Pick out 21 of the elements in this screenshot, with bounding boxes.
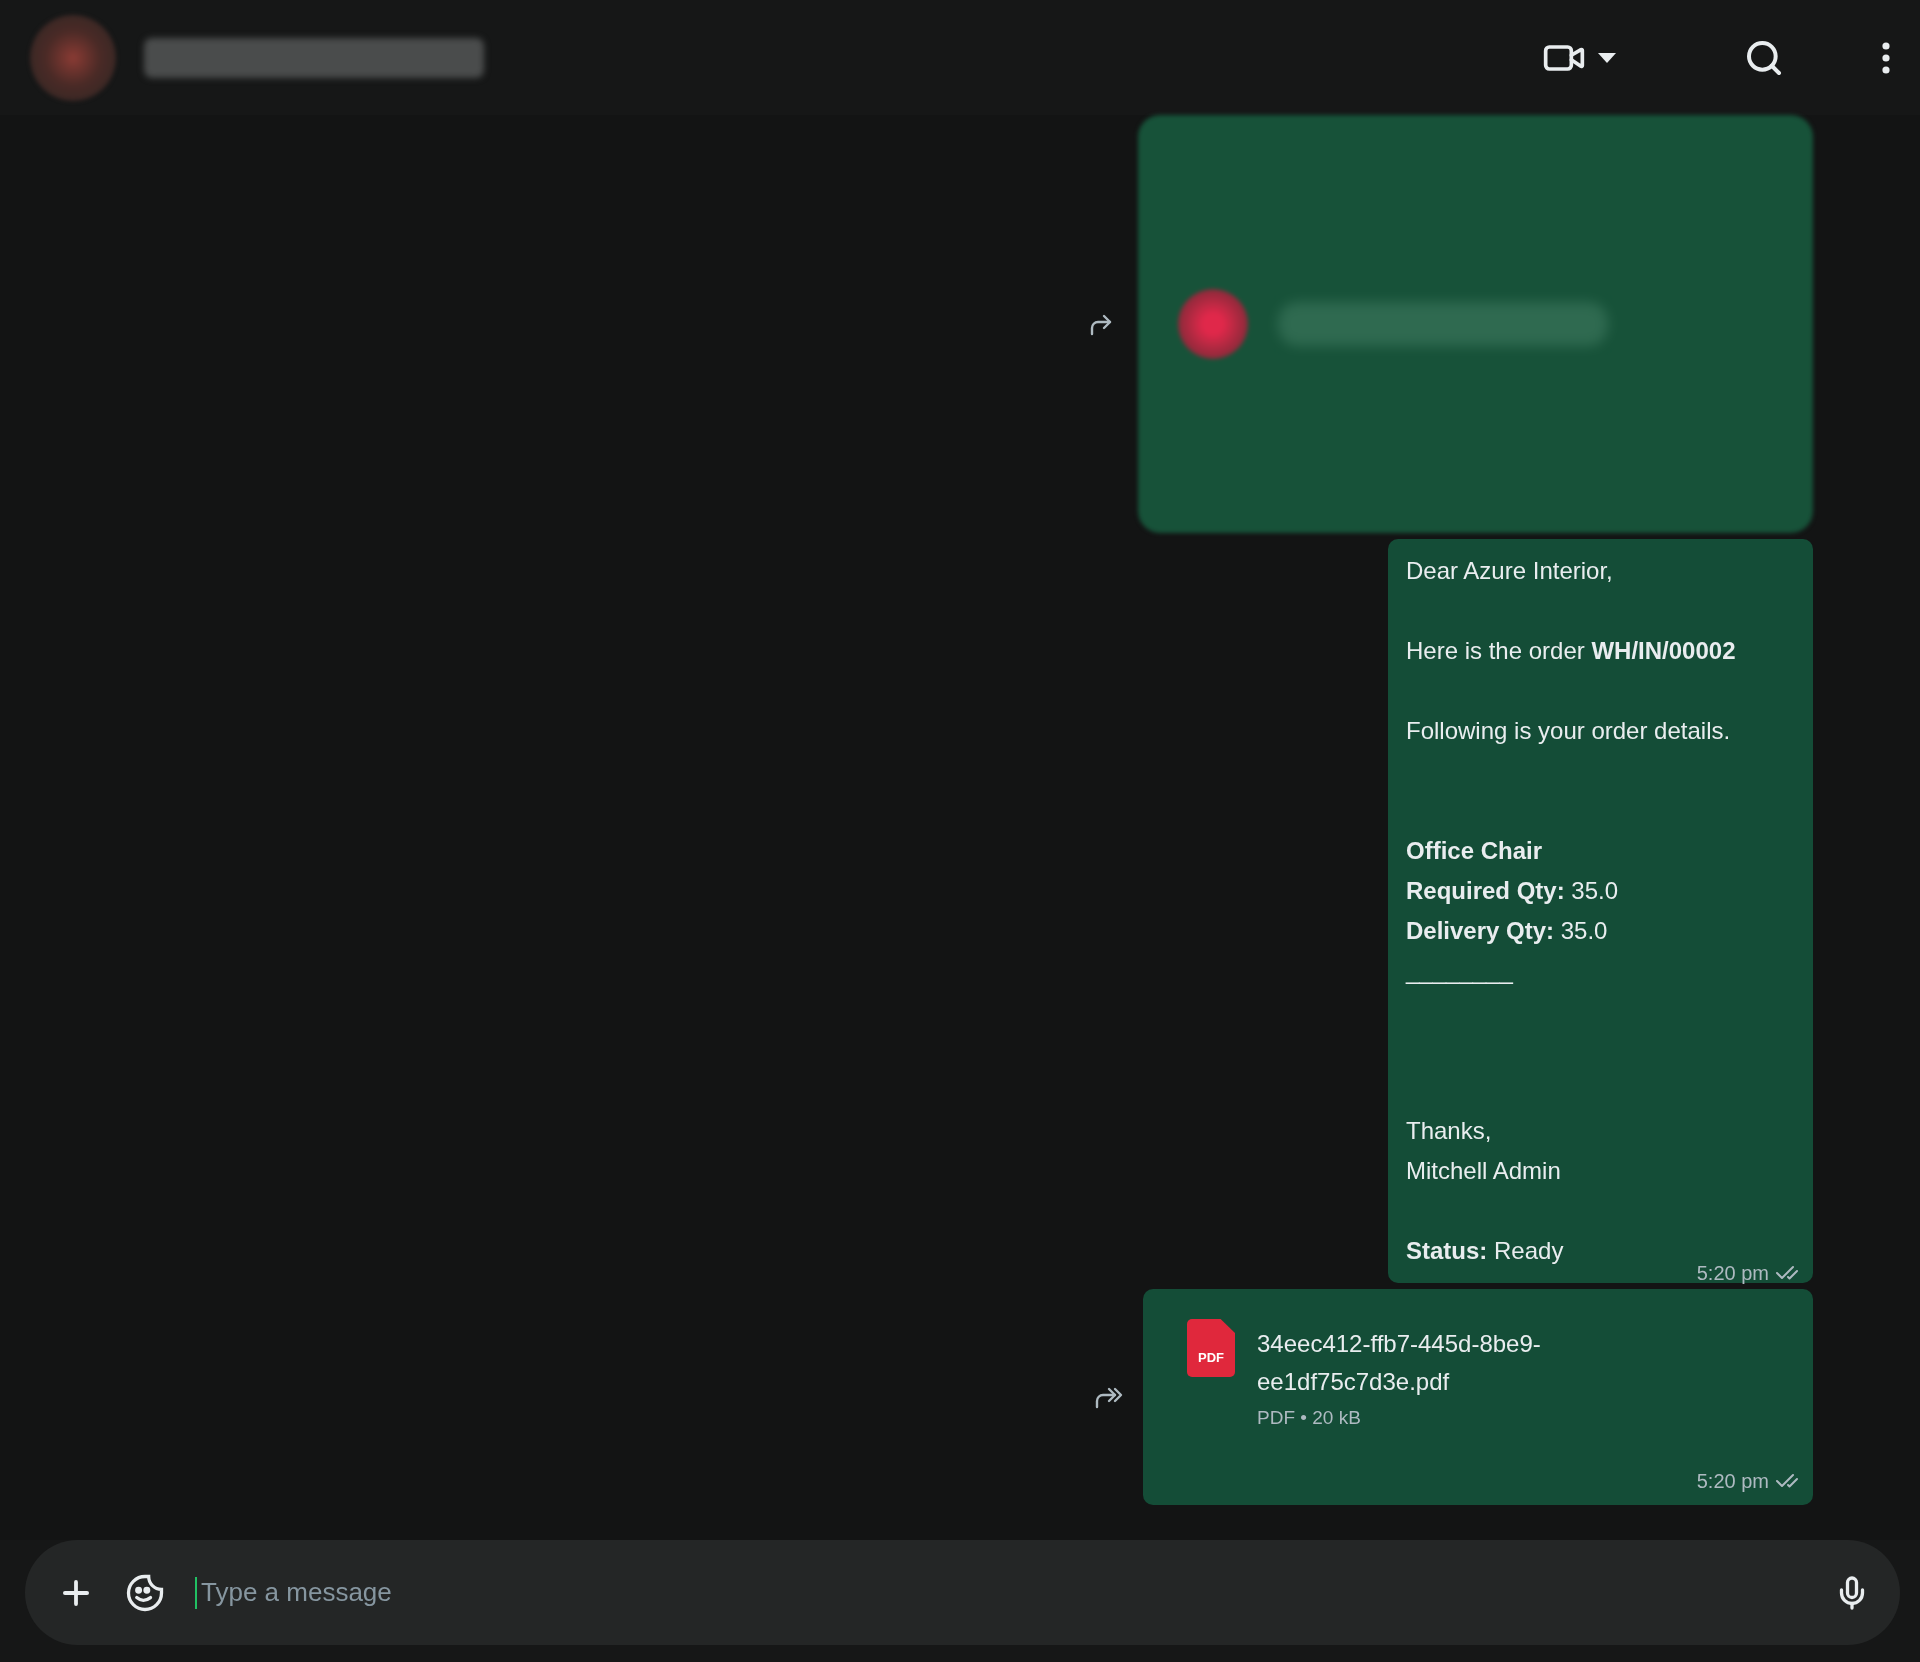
message-text: Mitchell Admin (1406, 1156, 1562, 1186)
message-input-field[interactable]: Type a message (25, 1540, 1900, 1645)
file-name[interactable]: 34eec412-ffb7-445d-8be9-ee1df75c7d3e.pdf (1257, 1325, 1617, 1401)
pdf-file-icon: PDF (1187, 1319, 1235, 1377)
message-time: 5:20 pm (1696, 1469, 1769, 1493)
message-text: Dear Azure Interior, (1406, 556, 1614, 586)
text-cursor (195, 1576, 197, 1609)
message-text: Here is the order WH/IN/00002 (1406, 636, 1737, 666)
message-text: Office Chair (1406, 836, 1544, 866)
message-text: ________ (1406, 956, 1514, 986)
message-text: Following is your order details. (1406, 716, 1732, 746)
message-time: 5:20 pm (1696, 1261, 1769, 1285)
menu-button[interactable] (1882, 41, 1890, 74)
message-text: Required Qty: 35.0 (1406, 876, 1620, 906)
message-text: Delivery Qty: 35.0 (1406, 916, 1609, 946)
message-input[interactable]: Type a message (199, 1576, 1806, 1609)
message-text: Thanks, (1406, 1116, 1493, 1146)
file-info: PDF • 20 kB (1257, 1407, 1362, 1429)
caret-icon (1598, 52, 1616, 63)
menu-icon (1882, 41, 1890, 74)
message-text: Status: Ready (1406, 1236, 1564, 1266)
